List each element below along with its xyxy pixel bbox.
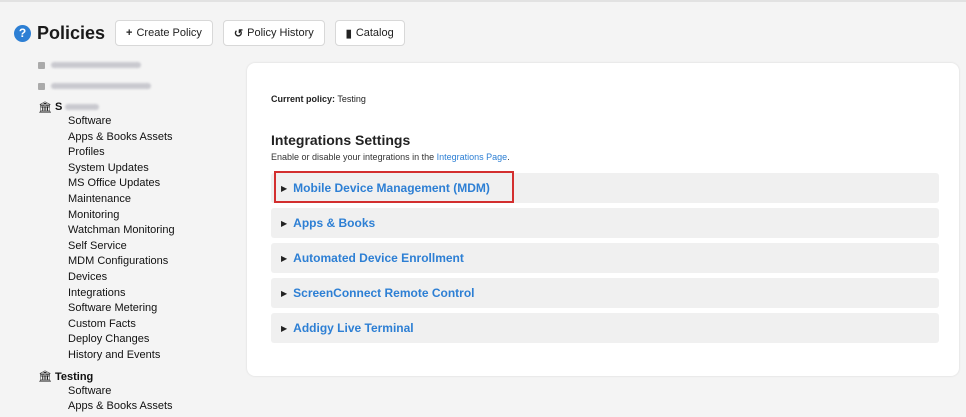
expand-arrow-icon: ▶ (281, 218, 288, 228)
policy-group-s[interactable]: 🏛 S (38, 100, 234, 114)
blurred-label (65, 104, 100, 110)
policy-group-testing[interactable]: 🏛 Testing (38, 370, 234, 384)
history-icon: ↺ (233, 27, 244, 40)
policy-history-button[interactable]: ↺ Policy History (222, 20, 325, 46)
accordion-screenconnect-remote-control[interactable]: ▶ ScreenConnect Remote Control (271, 278, 939, 308)
policy-tree-sidebar: 🏛 S Software Apps & Books Assets Profile… (34, 58, 234, 415)
policy-group-testing-items: Software Apps & Books Assets (68, 384, 234, 415)
page-title: Policies (37, 22, 106, 43)
sidebar-item-self-service[interactable]: Self Service (68, 239, 234, 255)
sidebar-item-software[interactable]: Software (68, 114, 234, 130)
blurred-tree-row[interactable] (34, 79, 234, 93)
sidebar-item-apps-books-assets[interactable]: Apps & Books Assets (68, 130, 234, 146)
blurred-label (51, 62, 141, 68)
section-description: Enable or disable your integrations in t… (271, 152, 510, 162)
blurred-label (51, 83, 151, 89)
sidebar-item-custom-facts[interactable]: Custom Facts (68, 317, 234, 333)
accordion-mdm[interactable]: ▶ Mobile Device Management (MDM) (271, 173, 939, 203)
catalog-label: Catalog (355, 27, 394, 39)
sidebar-item-deploy-changes[interactable]: Deploy Changes (68, 332, 234, 348)
integrations-panel: Current policy: Testing Integrations Set… (247, 63, 959, 376)
sidebar-item-mdm-configurations[interactable]: MDM Configurations (68, 254, 234, 270)
current-policy: Current policy: Testing (271, 94, 366, 104)
sidebar-item-system-updates[interactable]: System Updates (68, 161, 234, 177)
accordion-label: Mobile Device Management (MDM) (293, 181, 490, 195)
plus-icon: + (126, 27, 133, 39)
building-icon: 🏛 (38, 371, 52, 383)
current-policy-label: Current policy: (271, 94, 336, 104)
current-policy-value: Testing (337, 94, 366, 104)
accordion-label: Automated Device Enrollment (293, 251, 464, 265)
section-description-text: Enable or disable your integrations in t… (271, 152, 435, 162)
sidebar-item-devices[interactable]: Devices (68, 270, 234, 286)
building-icon: 🏛 (38, 101, 52, 114)
sidebar-item-watchman-monitoring[interactable]: Watchman Monitoring (68, 223, 234, 239)
sidebar-item-monitoring[interactable]: Monitoring (68, 208, 234, 224)
help-icon[interactable]: ? (14, 24, 31, 42)
folder-icon (38, 82, 45, 90)
folder-icon (38, 61, 45, 69)
policy-group-label: Testing (54, 370, 94, 383)
create-policy-button[interactable]: + Create Policy (115, 20, 213, 46)
sidebar-item-software[interactable]: Software (68, 384, 234, 400)
sidebar-item-history-and-events[interactable]: History and Events (68, 348, 234, 364)
sidebar-item-profiles[interactable]: Profiles (68, 145, 234, 161)
accordion-apps-books[interactable]: ▶ Apps & Books (271, 208, 939, 238)
sidebar-item-integrations[interactable]: Integrations (68, 286, 234, 302)
expand-arrow-icon: ▶ (281, 323, 288, 333)
policy-history-label: Policy History (247, 27, 314, 39)
accordion-addigy-live-terminal[interactable]: ▶ Addigy Live Terminal (271, 313, 939, 343)
sidebar-item-software-metering[interactable]: Software Metering (68, 301, 234, 317)
section-description-end: . (507, 152, 510, 162)
policy-group-label: S (54, 101, 63, 113)
section-title: Integrations Settings (271, 132, 411, 148)
accordion-label: Addigy Live Terminal (293, 321, 414, 335)
expand-arrow-icon: ▶ (281, 183, 288, 193)
create-policy-label: Create Policy (136, 27, 202, 39)
accordion-label: Apps & Books (293, 216, 376, 230)
sidebar-item-maintenance[interactable]: Maintenance (68, 192, 234, 208)
accordion-automated-device-enrollment[interactable]: ▶ Automated Device Enrollment (271, 243, 939, 273)
integrations-page-link[interactable]: Integrations Page (437, 152, 508, 162)
blurred-tree-row[interactable] (34, 58, 234, 72)
expand-arrow-icon: ▶ (281, 288, 288, 298)
sidebar-item-ms-office-updates[interactable]: MS Office Updates (68, 176, 234, 192)
policy-group-s-items: Software Apps & Books Assets Profiles Sy… (68, 114, 234, 364)
sidebar-item-apps-books-assets[interactable]: Apps & Books Assets (68, 399, 234, 415)
catalog-button[interactable]: ▮ Catalog (334, 20, 405, 46)
page-header: ? Policies + Create Policy ↺ Policy Hist… (14, 20, 415, 46)
accordion-label: ScreenConnect Remote Control (293, 286, 475, 300)
expand-arrow-icon: ▶ (281, 253, 288, 263)
top-border (0, 0, 966, 2)
book-icon: ▮ (345, 27, 352, 40)
